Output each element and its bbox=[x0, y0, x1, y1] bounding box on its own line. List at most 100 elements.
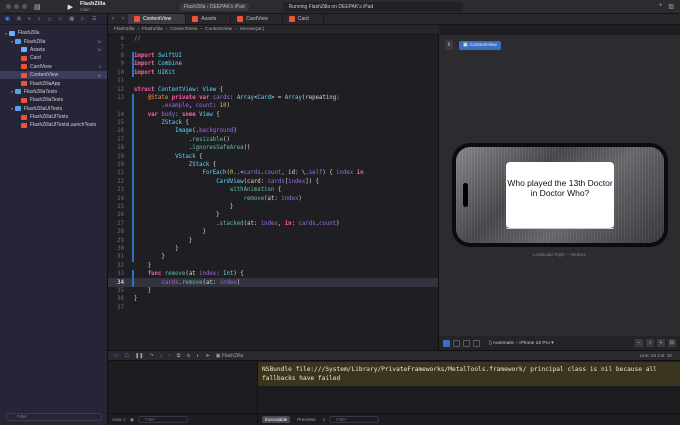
zoom-fit-icon[interactable]: ⊡ bbox=[668, 339, 676, 347]
change-indicator[interactable] bbox=[132, 102, 134, 111]
line-number[interactable]: 16 bbox=[108, 128, 130, 134]
line-number[interactable]: 29 bbox=[108, 238, 130, 244]
symbol-icon[interactable]: ≡ bbox=[28, 16, 31, 22]
code-line[interactable]: 23 withAnimation { bbox=[108, 186, 438, 195]
line-number[interactable]: 27 bbox=[108, 221, 130, 227]
code-line[interactable]: 27 .stacked(at: index, in: cards.count) bbox=[108, 219, 438, 228]
line-number[interactable]: 21 bbox=[108, 170, 130, 176]
line-number[interactable]: 13 bbox=[108, 95, 130, 101]
debug-scheme[interactable]: ▣ FlashZilla bbox=[216, 353, 244, 359]
change-indicator[interactable] bbox=[132, 135, 134, 145]
chevron-right-icon[interactable]: › bbox=[118, 16, 128, 22]
plus-icon[interactable]: + bbox=[659, 3, 663, 10]
change-indicator[interactable] bbox=[132, 219, 134, 228]
change-indicator[interactable] bbox=[132, 211, 134, 220]
line-number[interactable]: 31 bbox=[108, 254, 130, 260]
line-number[interactable]: 8 bbox=[108, 53, 130, 59]
code-line[interactable]: 26 } bbox=[108, 211, 438, 220]
line-number[interactable]: 20 bbox=[108, 162, 130, 168]
eye-icon[interactable]: ◉ bbox=[130, 417, 134, 423]
line-number[interactable]: 36 bbox=[108, 296, 130, 302]
line-number[interactable]: 34 bbox=[108, 280, 130, 286]
change-indicator[interactable] bbox=[132, 144, 134, 153]
line-number[interactable]: 9 bbox=[108, 61, 130, 67]
sidebar-toggle-icon[interactable]: ▤ bbox=[34, 3, 41, 11]
line-number[interactable]: 28 bbox=[108, 229, 130, 235]
step-in-icon[interactable]: ↓ bbox=[160, 353, 163, 359]
code-line[interactable]: 34 cards.remove(at: index) bbox=[108, 278, 438, 287]
navigator-item[interactable]: ▾ FlashZilla M bbox=[0, 37, 107, 45]
code-line[interactable]: 15 ZStack { bbox=[108, 118, 438, 128]
code-line[interactable]: .example, count: 10) bbox=[108, 102, 438, 111]
pin-icon[interactable]: ⇕ bbox=[445, 40, 453, 50]
line-number[interactable]: 33 bbox=[108, 271, 130, 277]
line-number[interactable]: 22 bbox=[108, 179, 130, 185]
change-indicator[interactable] bbox=[132, 269, 134, 279]
code-line[interactable]: 21 ForEach(0..<cards.count, id: \.self) … bbox=[108, 169, 438, 178]
change-indicator[interactable] bbox=[132, 244, 134, 254]
navigator-item[interactable]: ▾ FlashZillaTests bbox=[0, 88, 107, 96]
code-line[interactable]: 7 bbox=[108, 43, 438, 51]
code-line[interactable]: 33 func remove(at index: Int) { bbox=[108, 269, 438, 279]
change-indicator[interactable] bbox=[132, 152, 134, 161]
selectable-mode-button[interactable] bbox=[453, 339, 460, 347]
filter-options-icon[interactable]: ≡ bbox=[323, 417, 326, 422]
change-indicator[interactable] bbox=[132, 127, 134, 136]
report-icon[interactable]: ☰ bbox=[92, 16, 96, 22]
editor-tab[interactable]: ContentView bbox=[128, 14, 187, 24]
change-indicator[interactable] bbox=[132, 227, 134, 237]
preview-tab[interactable]: ▣ ContentView bbox=[459, 41, 501, 50]
change-indicator[interactable] bbox=[132, 160, 134, 170]
navigator-item[interactable]: Assets M bbox=[0, 46, 107, 54]
code-line[interactable]: 24 remove(at: index) bbox=[108, 194, 438, 203]
code-line[interactable]: 17 .resizable() bbox=[108, 135, 438, 145]
folder-icon[interactable]: ▣ bbox=[5, 16, 10, 22]
line-number[interactable]: 15 bbox=[108, 120, 130, 126]
line-number[interactable]: 18 bbox=[108, 145, 130, 151]
code-line[interactable]: 30 } bbox=[108, 244, 438, 254]
change-indicator[interactable] bbox=[132, 177, 134, 187]
code-line[interactable]: 35 } bbox=[108, 287, 438, 295]
code-line[interactable]: 9 import Combine bbox=[108, 60, 438, 69]
code-line[interactable]: 11 bbox=[108, 77, 438, 85]
environment-icon[interactable]: ◐ bbox=[196, 353, 199, 359]
scheme-selector[interactable]: FlashZilla › DEEPAK's iPad bbox=[180, 2, 249, 11]
code-line[interactable]: 20 ZStack { bbox=[108, 160, 438, 170]
change-indicator[interactable] bbox=[132, 118, 134, 128]
line-number[interactable]: 10 bbox=[108, 70, 130, 76]
line-number[interactable]: 32 bbox=[108, 263, 130, 269]
code-line[interactable]: 36} bbox=[108, 295, 438, 303]
navigator-item[interactable]: FlashZillaTests bbox=[0, 96, 107, 104]
code-line[interactable]: 10 import UIKit bbox=[108, 68, 438, 77]
change-indicator[interactable] bbox=[132, 253, 134, 262]
breakpoint-icon[interactable]: ▷ bbox=[81, 16, 85, 22]
location-icon[interactable]: ➤ bbox=[206, 353, 210, 359]
zoom-window-button[interactable] bbox=[22, 4, 27, 9]
step-over-icon[interactable]: ↷ bbox=[150, 353, 154, 359]
change-indicator[interactable] bbox=[132, 51, 134, 61]
breadcrumb-item[interactable]: ContentView bbox=[170, 27, 197, 32]
device-settings-button[interactable] bbox=[473, 339, 480, 347]
navigator-filter-input[interactable]: Filter bbox=[6, 413, 102, 421]
breadcrumb-item[interactable]: ContentView bbox=[205, 27, 232, 32]
change-indicator[interactable] bbox=[132, 110, 134, 119]
code-line[interactable]: 6 // bbox=[108, 35, 438, 43]
change-indicator[interactable] bbox=[132, 186, 134, 195]
line-number[interactable]: 19 bbox=[108, 154, 130, 160]
line-number[interactable]: 24 bbox=[108, 196, 130, 202]
source-control-icon[interactable]: ⊠ bbox=[17, 16, 21, 22]
debug-icon[interactable]: ▦ bbox=[69, 16, 74, 22]
editor-tab[interactable]: CardView bbox=[231, 14, 283, 24]
code-line[interactable]: 8 import SwiftUI bbox=[108, 51, 438, 61]
navigator-item[interactable]: FlashZillaUITestsLaunchTests bbox=[0, 121, 107, 129]
previews-tab[interactable]: Previews bbox=[294, 416, 318, 423]
navigator-item[interactable]: CardView A bbox=[0, 63, 107, 71]
line-number[interactable]: 37 bbox=[108, 305, 130, 311]
executable-tab[interactable]: Executable bbox=[262, 416, 291, 423]
memory-graph-icon[interactable]: ⋔ bbox=[186, 353, 190, 359]
inspector-toggle-icon[interactable]: ▥ bbox=[668, 3, 674, 10]
code-line[interactable]: 29 } bbox=[108, 236, 438, 245]
live-mode-button[interactable] bbox=[443, 339, 450, 347]
navigator-item[interactable]: FlashZillaApp bbox=[0, 79, 107, 87]
line-number[interactable]: 11 bbox=[108, 78, 130, 84]
